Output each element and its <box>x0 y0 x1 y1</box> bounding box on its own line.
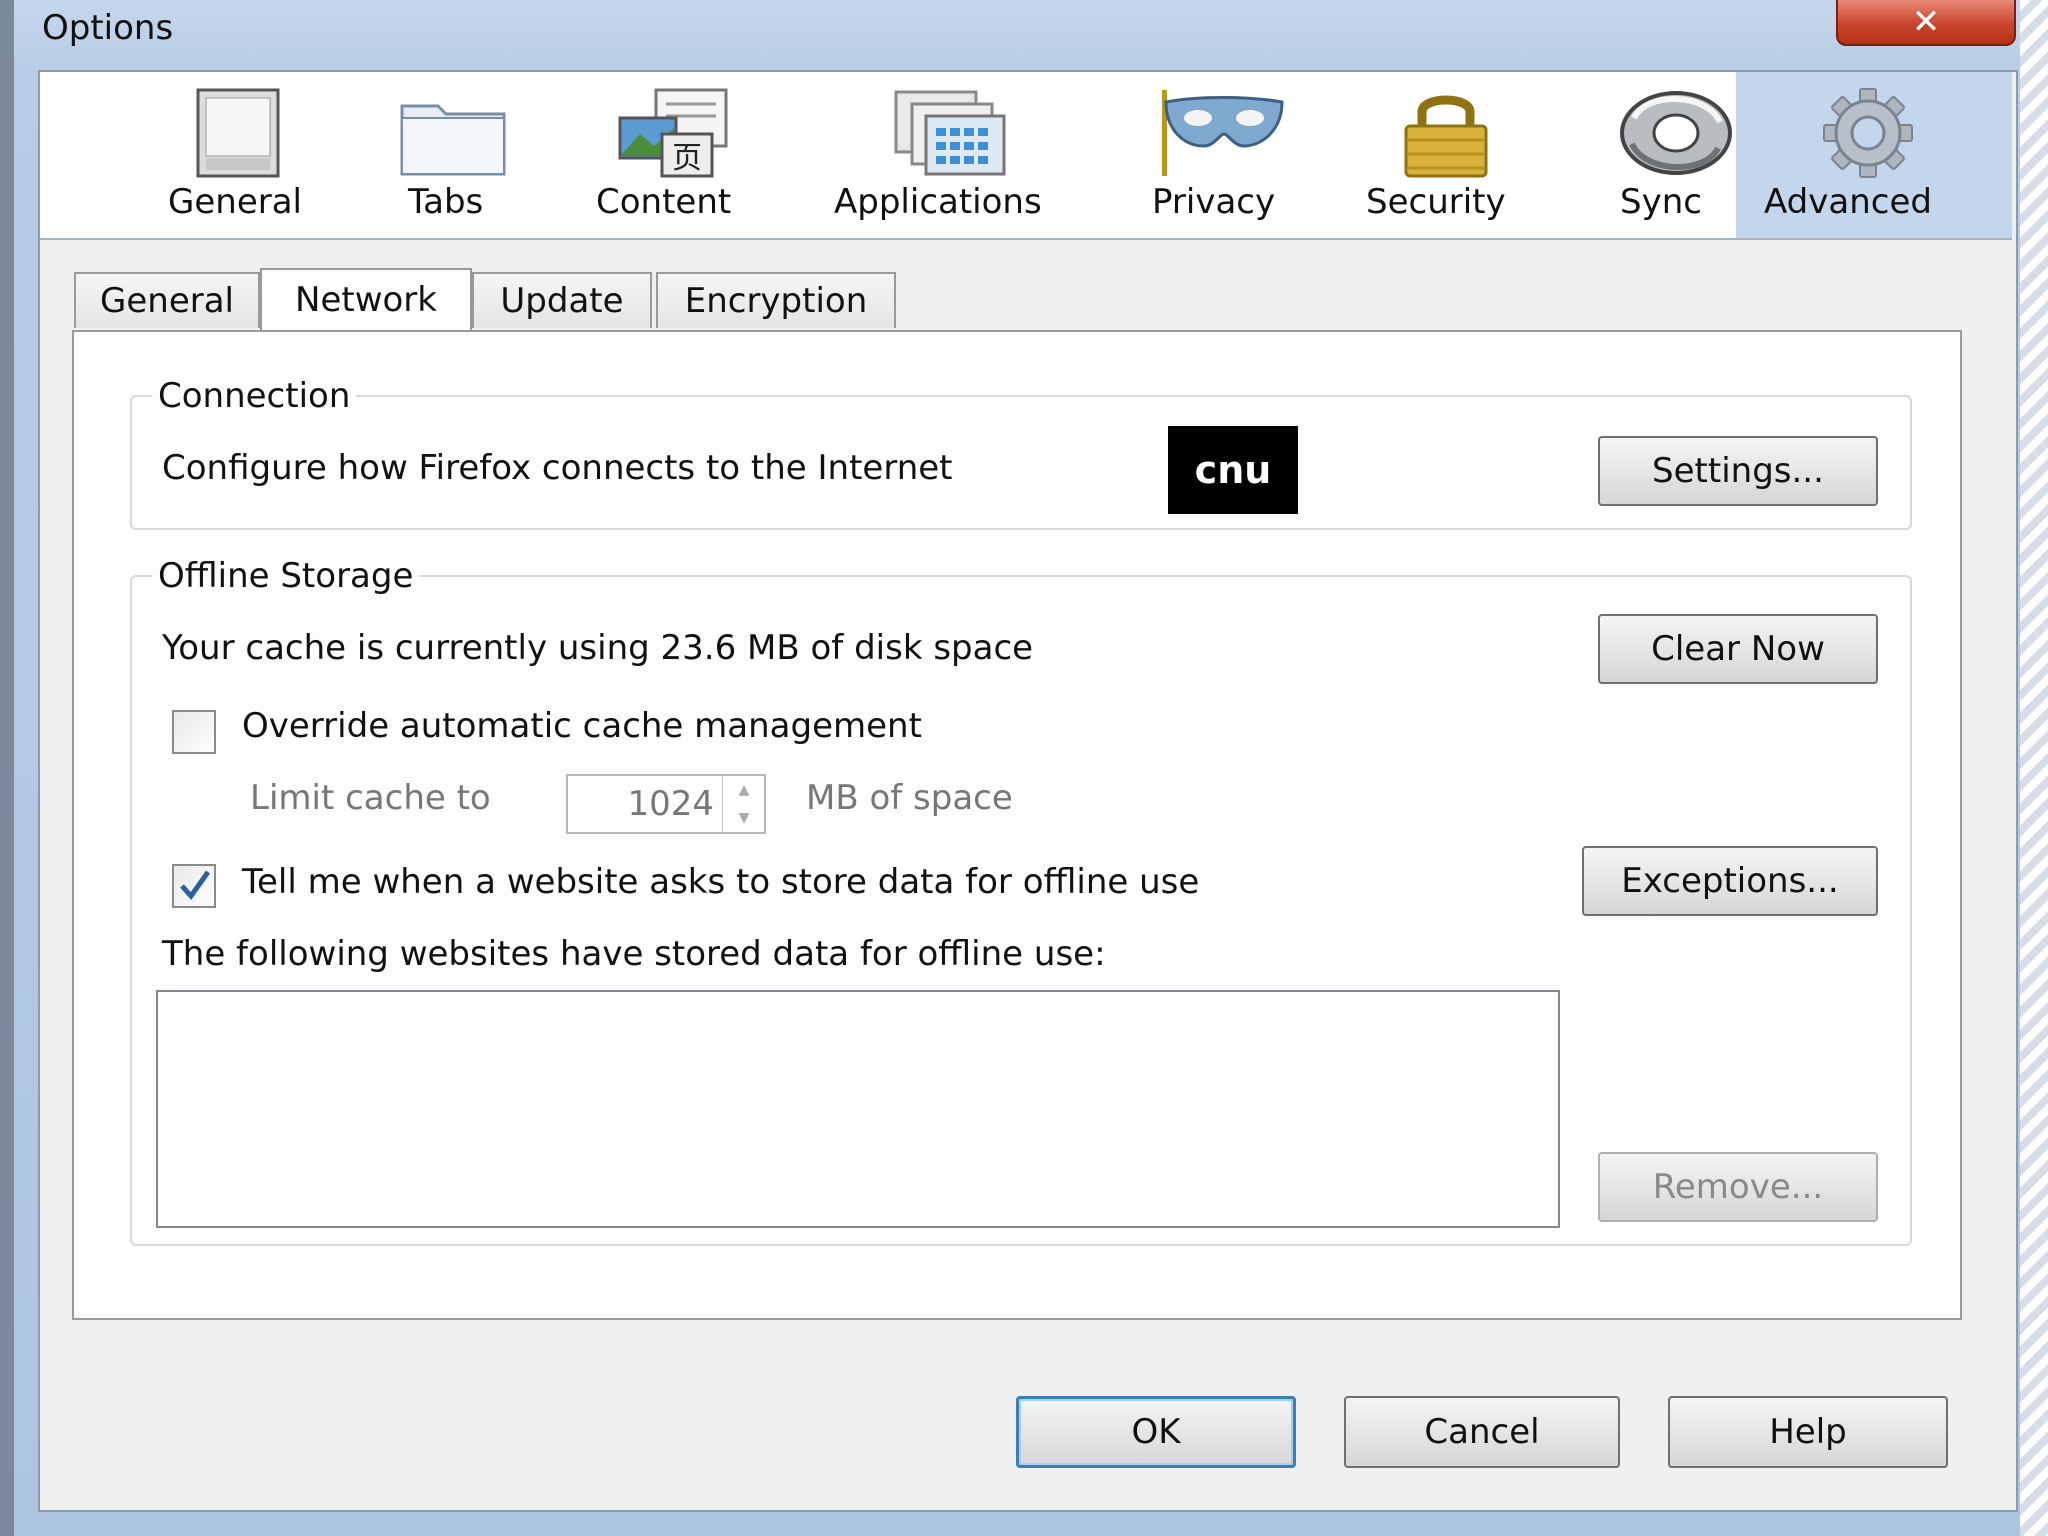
clear-now-button[interactable]: Clear Now <box>1598 614 1878 684</box>
pane-toolbar: General Tabs 页 Content Applications Priv… <box>40 72 2012 240</box>
cancel-button-label: Cancel <box>1424 1412 1540 1452</box>
pane-general[interactable]: General <box>90 72 380 238</box>
pane-label-content: Content <box>596 182 732 222</box>
background-window-edge <box>0 0 14 1536</box>
spin-down-icon[interactable]: ▼ <box>723 804 765 831</box>
pane-security[interactable]: Security <box>1340 72 1550 238</box>
content-page-icon: 页 <box>618 88 728 178</box>
clear-now-button-label: Clear Now <box>1651 629 1825 669</box>
tab-network[interactable]: Network <box>260 268 472 330</box>
remove-button[interactable]: Remove... <box>1598 1152 1878 1222</box>
pane-label-advanced: Advanced <box>1764 182 1932 222</box>
override-cache-label[interactable]: Override automatic cache management <box>242 706 922 746</box>
cancel-button[interactable]: Cancel <box>1344 1396 1620 1468</box>
exceptions-button-label: Exceptions... <box>1621 861 1839 901</box>
background-window-edge-right <box>2020 0 2048 1536</box>
exceptions-button[interactable]: Exceptions... <box>1582 846 1878 916</box>
notify-offline-checkbox[interactable] <box>172 864 216 908</box>
pane-label-security: Security <box>1366 182 1506 222</box>
window-title: Options <box>42 8 174 48</box>
privacy-mask-icon <box>1162 90 1284 176</box>
help-button[interactable]: Help <box>1668 1396 1948 1468</box>
pane-applications[interactable]: Applications <box>792 72 1112 238</box>
notify-offline-label[interactable]: Tell me when a website asks to store dat… <box>242 862 1199 902</box>
general-window-icon <box>196 88 280 178</box>
checkmark-icon <box>180 870 211 900</box>
tabs-folder-icon <box>400 104 506 176</box>
pane-label-tabs: Tabs <box>408 182 484 222</box>
tab-update[interactable]: Update <box>472 272 652 328</box>
offline-storage-legend: Offline Storage <box>158 556 414 596</box>
spin-up-icon[interactable]: ▲ <box>723 776 765 803</box>
pane-tabs[interactable]: Tabs <box>368 72 538 238</box>
connection-legend: Connection <box>158 376 351 416</box>
svg-text:页: 页 <box>672 141 702 176</box>
tab-label-network: Network <box>295 280 437 320</box>
limit-cache-unit: MB of space <box>806 778 1013 818</box>
cache-limit-input[interactable] <box>568 776 720 832</box>
connection-description: Configure how Firefox connects to the In… <box>162 448 953 488</box>
security-padlock-icon <box>1404 95 1488 178</box>
pane-advanced[interactable]: Advanced <box>1736 72 2012 238</box>
advanced-gear-icon <box>1823 88 1913 178</box>
spin-buttons: ▲ ▼ <box>722 776 765 832</box>
override-cache-checkbox[interactable] <box>172 710 216 754</box>
settings-button-label: Settings... <box>1652 451 1824 491</box>
close-button[interactable]: ✕ <box>1836 0 2016 46</box>
tab-general[interactable]: General <box>74 272 260 328</box>
tab-encryption[interactable]: Encryption <box>656 272 896 328</box>
pane-label-sync: Sync <box>1620 182 1702 222</box>
help-button-label: Help <box>1769 1412 1847 1452</box>
remove-button-label: Remove... <box>1652 1167 1824 1207</box>
tab-label-update: Update <box>500 281 624 321</box>
tab-label-general: General <box>100 281 234 321</box>
ok-button-label: OK <box>1131 1412 1181 1452</box>
cnu-badge: cnu <box>1168 426 1298 514</box>
offline-sites-label: The following websites have stored data … <box>162 934 1106 974</box>
cache-usage-text: Your cache is currently using 23.6 MB of… <box>162 628 1034 668</box>
pane-label-applications: Applications <box>834 182 1042 222</box>
settings-button[interactable]: Settings... <box>1598 436 1878 506</box>
pane-privacy[interactable]: Privacy <box>1128 72 1328 238</box>
cache-limit-spinner[interactable]: ▲ ▼ <box>566 774 766 834</box>
limit-cache-label: Limit cache to <box>250 778 491 818</box>
applications-icon <box>894 90 1006 176</box>
tab-label-encryption: Encryption <box>684 281 868 321</box>
pane-content[interactable]: 页 Content <box>550 72 770 238</box>
offline-sites-list[interactable] <box>156 990 1560 1228</box>
pane-label-general: General <box>168 182 302 222</box>
pane-label-privacy: Privacy <box>1152 182 1276 222</box>
sync-arrows-icon <box>1620 91 1732 175</box>
ok-button[interactable]: OK <box>1016 1396 1296 1468</box>
close-icon: ✕ <box>1911 2 1941 42</box>
